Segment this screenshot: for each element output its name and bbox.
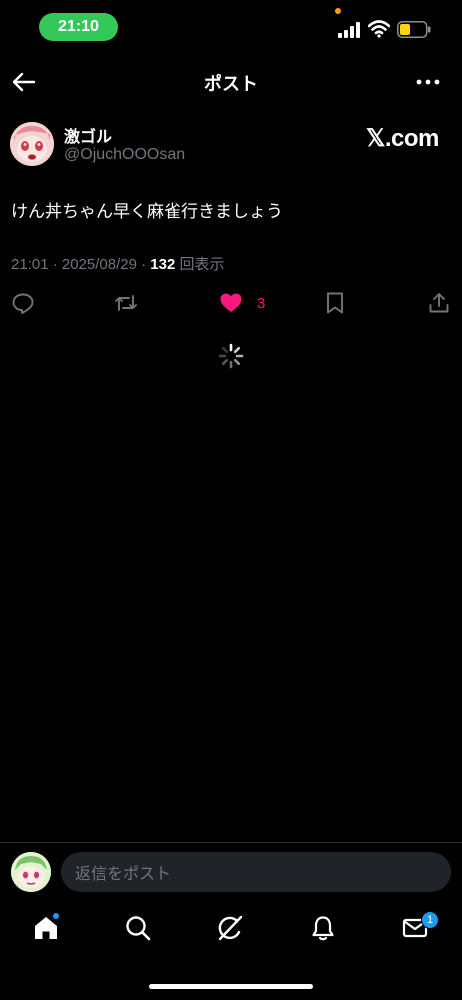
bell-icon bbox=[312, 916, 334, 941]
home-indicator bbox=[149, 984, 313, 989]
nav-search[interactable] bbox=[124, 914, 154, 944]
loading-spinner-icon bbox=[218, 343, 244, 369]
wifi-icon bbox=[368, 20, 390, 38]
cellular-signal-icon bbox=[338, 22, 360, 38]
battery-icon bbox=[397, 21, 431, 38]
nav-grok[interactable] bbox=[216, 914, 246, 944]
bookmark-icon bbox=[327, 292, 343, 314]
privacy-indicator-dot bbox=[335, 8, 341, 14]
views-count[interactable]: 132 bbox=[150, 256, 175, 273]
reply-button[interactable] bbox=[11, 288, 35, 318]
home-unread-dot bbox=[53, 913, 59, 919]
reply-divider bbox=[0, 842, 462, 843]
post-meta: 21:01 · 2025/08/29 · 132 回表示 bbox=[11, 253, 224, 274]
author-display-name[interactable]: 激ゴル bbox=[64, 123, 112, 147]
status-time: 21:10 bbox=[39, 13, 118, 41]
post-timestamp: 21:01 · 2025/08/29 · bbox=[11, 256, 151, 273]
reply-icon bbox=[12, 293, 34, 314]
messages-badge: 1 bbox=[421, 911, 439, 929]
author-avatar[interactable] bbox=[10, 122, 54, 166]
my-avatar[interactable] bbox=[11, 852, 51, 892]
share-button[interactable] bbox=[427, 288, 451, 318]
top-header: ポスト bbox=[0, 52, 462, 110]
x-com-watermark: 𝕏.com bbox=[366, 125, 439, 152]
heart-icon bbox=[220, 293, 242, 312]
nav-notifications[interactable] bbox=[309, 914, 339, 944]
page-title: ポスト bbox=[204, 74, 258, 94]
retweet-button[interactable] bbox=[114, 288, 138, 318]
reply-input[interactable]: 返信をポスト bbox=[61, 852, 451, 892]
share-icon bbox=[429, 293, 449, 313]
views-label: 回表示 bbox=[175, 256, 225, 273]
like-button[interactable]: 3 bbox=[219, 288, 265, 318]
retweet-icon bbox=[115, 295, 137, 311]
bookmark-button[interactable] bbox=[323, 288, 347, 318]
status-bar: 21:10 bbox=[0, 0, 462, 52]
author-handle[interactable]: @OjuchOOOsan bbox=[64, 146, 185, 164]
post-actions: 3 bbox=[0, 288, 462, 320]
more-icon[interactable] bbox=[414, 70, 442, 94]
search-icon bbox=[126, 916, 151, 941]
like-count: 3 bbox=[257, 294, 266, 312]
reply-placeholder: 返信をポスト bbox=[75, 864, 172, 883]
post-text: けん丼ちゃん早く麻雀行きましょう bbox=[11, 202, 283, 222]
grok-icon bbox=[218, 915, 243, 941]
